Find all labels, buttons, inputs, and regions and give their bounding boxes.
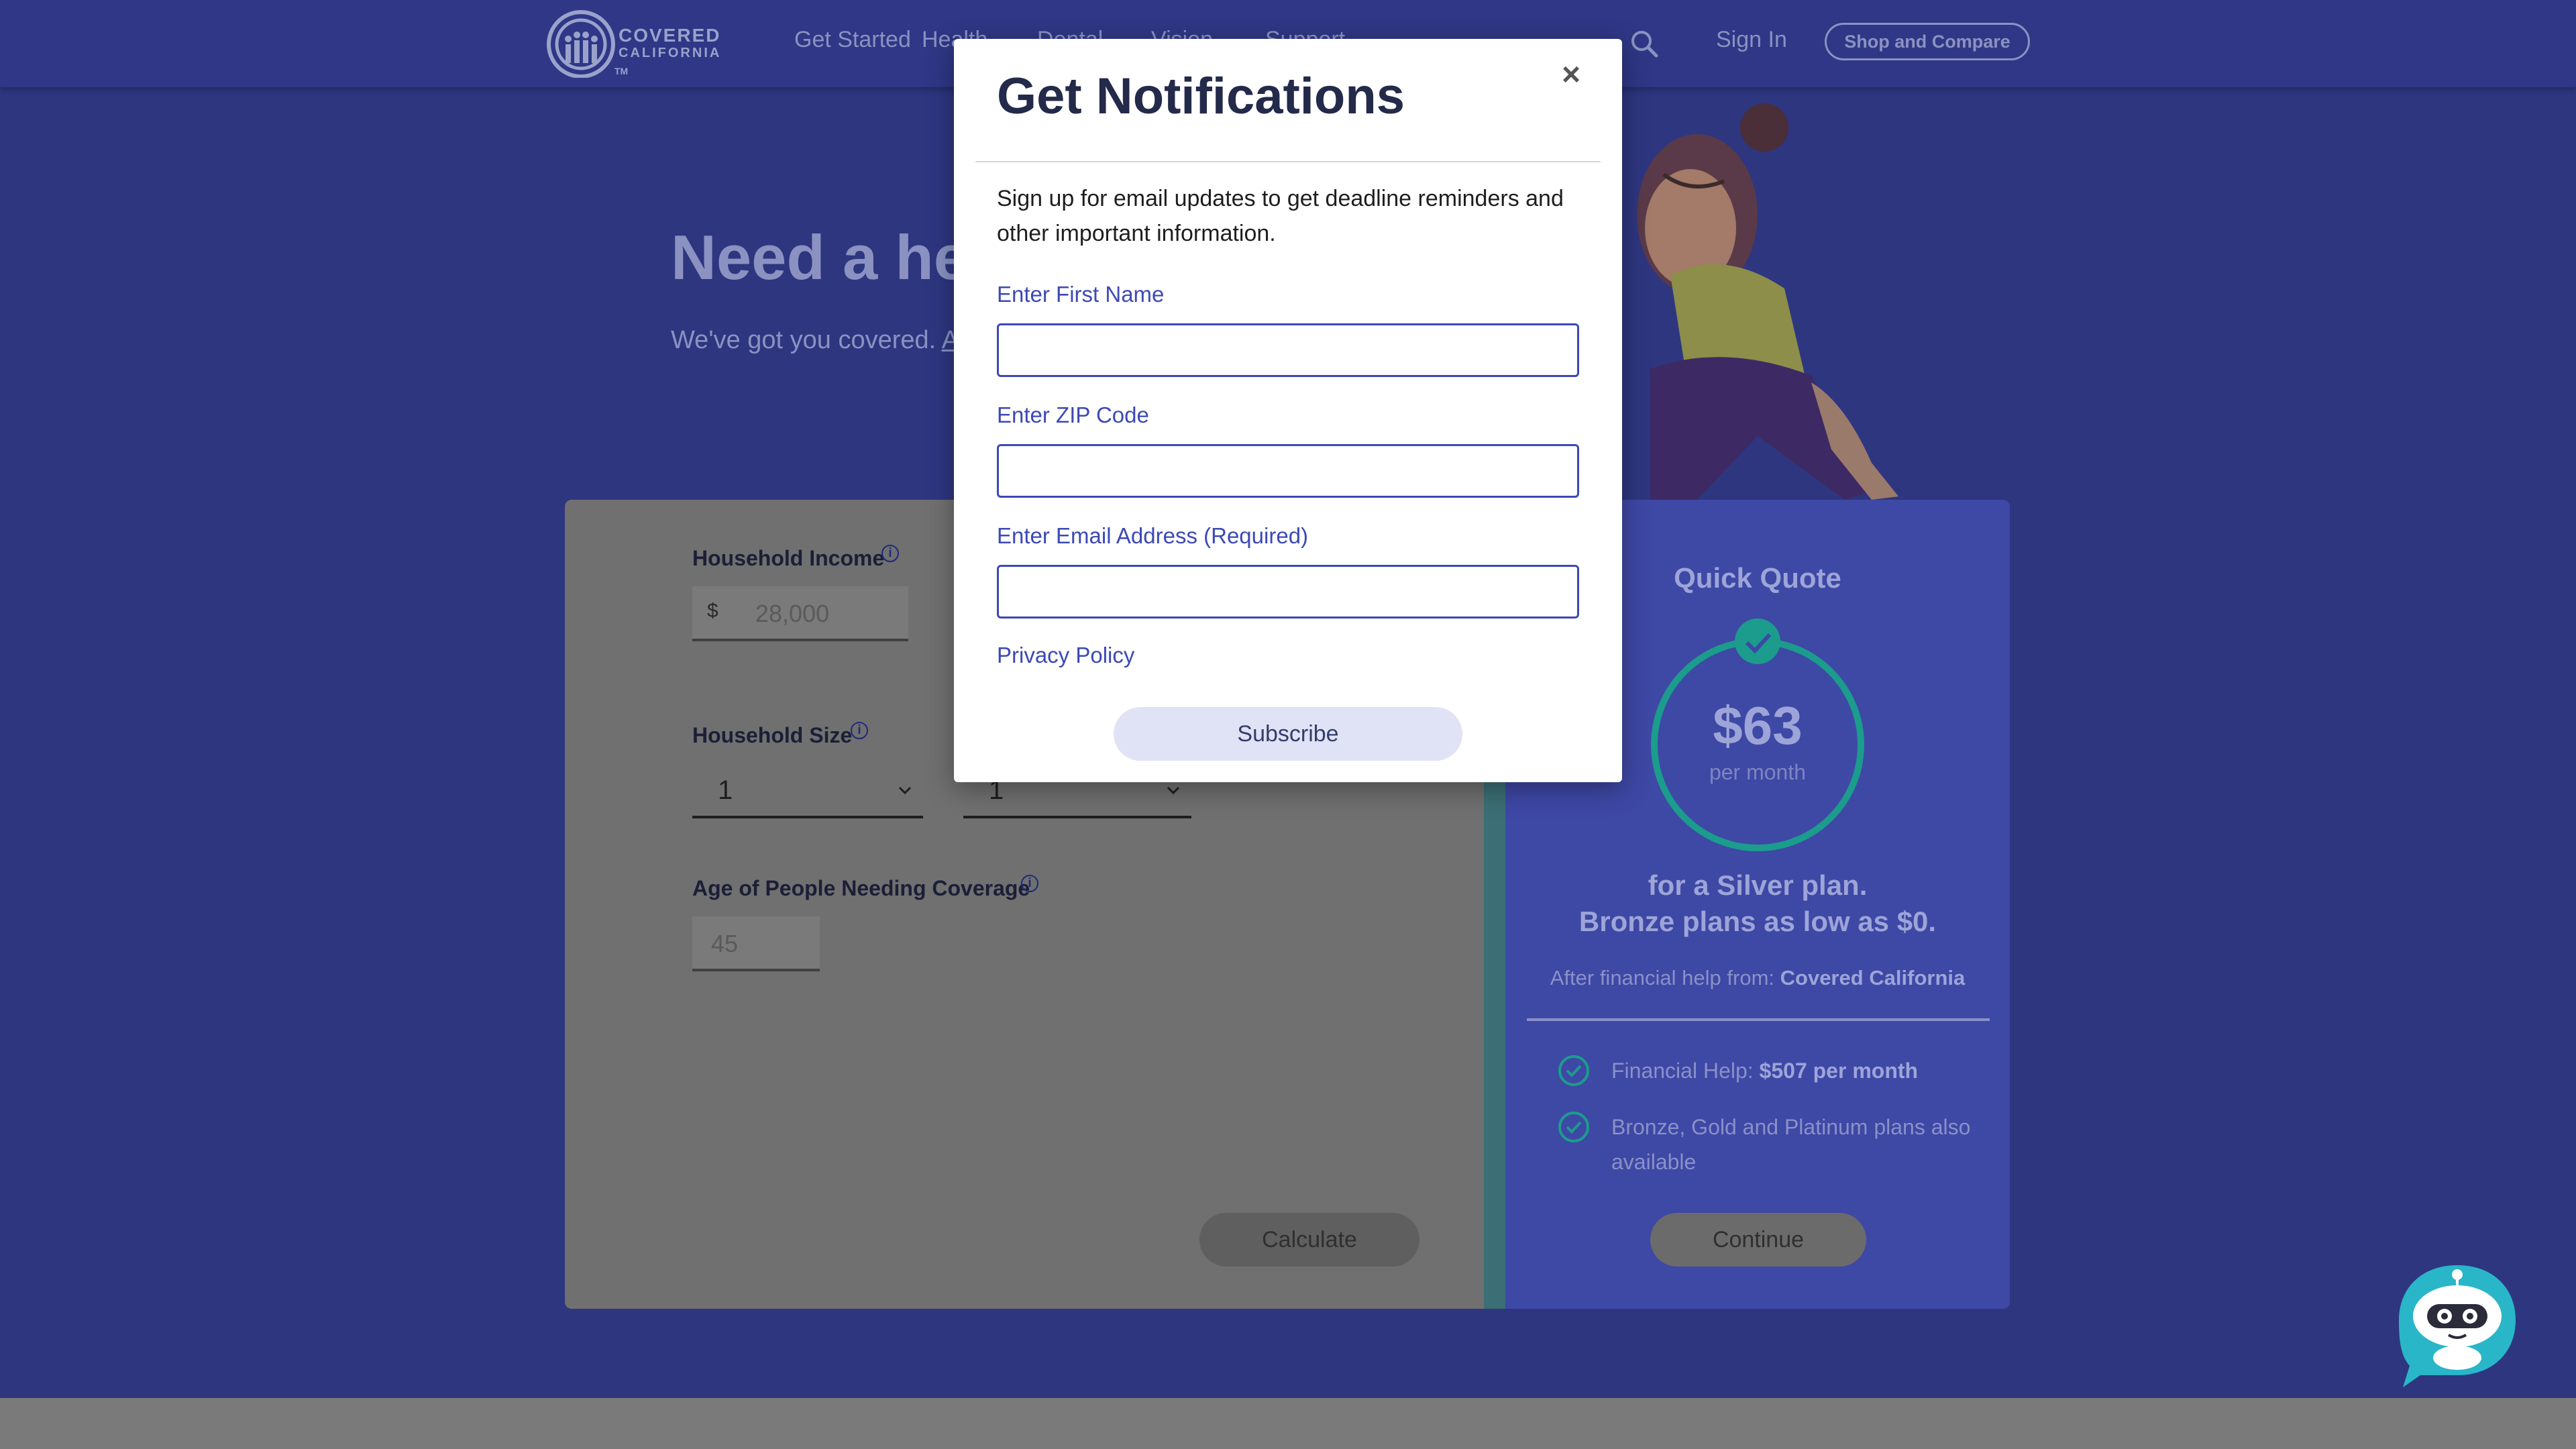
- quote-item-amount: $507 per month: [1759, 1059, 1919, 1083]
- chatbot-icon[interactable]: [2394, 1260, 2521, 1387]
- household-size-label: Household Size: [692, 723, 853, 747]
- logo-wordmark: COVERED CALIFORNIA: [619, 25, 722, 62]
- age-placeholder: 45: [711, 930, 739, 957]
- continue-button[interactable]: Continue: [1650, 1213, 1866, 1267]
- age-info-icon[interactable]: i: [1021, 875, 1038, 892]
- hero-subtitle-text: We've got you covered.: [671, 326, 936, 354]
- check-circle-icon: [1558, 1112, 1589, 1142]
- quote-item-other-plans: Bronze, Gold and Platinum plans also ava…: [1611, 1115, 1971, 1174]
- household-size-select[interactable]: 1: [692, 763, 923, 818]
- household-size-value: 1: [718, 775, 733, 805]
- quote-divider: [1527, 1018, 1990, 1021]
- logo-trademark: TM: [614, 66, 629, 76]
- privacy-policy-link[interactable]: Privacy Policy: [997, 643, 1134, 668]
- quote-bronze-plan: Bronze plans as low as $0.: [1578, 906, 1937, 937]
- size-info-icon[interactable]: i: [851, 722, 868, 739]
- email-label: Enter Email Address (Required): [997, 523, 1309, 548]
- panel-accent-stripe: [1484, 771, 1505, 1309]
- search-icon[interactable]: [1629, 28, 1660, 59]
- age-input[interactable]: 45: [692, 916, 820, 971]
- zip-code-label: Enter ZIP Code: [997, 402, 1149, 427]
- quote-price: $63: [1713, 696, 1803, 755]
- logo-line2: CALIFORNIA: [619, 46, 722, 60]
- quote-per-month: per month: [1709, 760, 1807, 784]
- hero-child-photo: [1637, 103, 1898, 500]
- modal-divider: [975, 161, 1601, 162]
- modal-title: Get Notifications: [997, 68, 1405, 125]
- logo-line1: COVERED: [619, 25, 721, 46]
- footer-band: [0, 1398, 2576, 1449]
- quote-item-prefix: Financial Help:: [1611, 1059, 1754, 1083]
- household-income-input[interactable]: $ 28,000: [692, 586, 908, 641]
- zip-code-input[interactable]: [997, 444, 1579, 498]
- email-input[interactable]: [997, 565, 1579, 619]
- quote-after-source: Covered California: [1780, 966, 1966, 989]
- quote-silver-plan: for a Silver plan.: [1648, 869, 1868, 901]
- calculate-button[interactable]: Calculate: [1199, 1213, 1419, 1267]
- quote-item-financial-help: Financial Help: $507 per month: [1611, 1053, 1987, 1088]
- subscribe-button[interactable]: Subscribe: [1114, 707, 1462, 761]
- hero-subtitle: We've got you covered. Ap: [671, 326, 973, 355]
- currency-symbol: $: [707, 600, 718, 622]
- age-label: Age of People Needing Coverage: [692, 876, 1030, 900]
- shop-and-compare-button[interactable]: Shop and Compare: [1825, 23, 2030, 60]
- nav-get-started[interactable]: Get Started: [794, 27, 911, 53]
- first-name-label: Enter First Name: [997, 282, 1165, 307]
- chevron-down-icon: [1167, 786, 1180, 795]
- quote-financial-help-source: After financial help from: Covered Calif…: [1505, 966, 2010, 990]
- modal-description: Sign up for email updates to get deadlin…: [997, 186, 1564, 246]
- income-placeholder: 28,000: [755, 600, 830, 627]
- check-circle-icon: [1558, 1055, 1589, 1086]
- first-name-input[interactable]: [997, 323, 1579, 377]
- quote-after-prefix: After financial help from:: [1550, 966, 1774, 989]
- income-info-icon[interactable]: i: [881, 545, 899, 562]
- chevron-down-icon: [898, 786, 912, 795]
- sign-in-link[interactable]: Sign In: [1716, 27, 1787, 53]
- household-income-label: Household Income: [692, 546, 885, 570]
- close-icon[interactable]: ×: [1558, 56, 1585, 97]
